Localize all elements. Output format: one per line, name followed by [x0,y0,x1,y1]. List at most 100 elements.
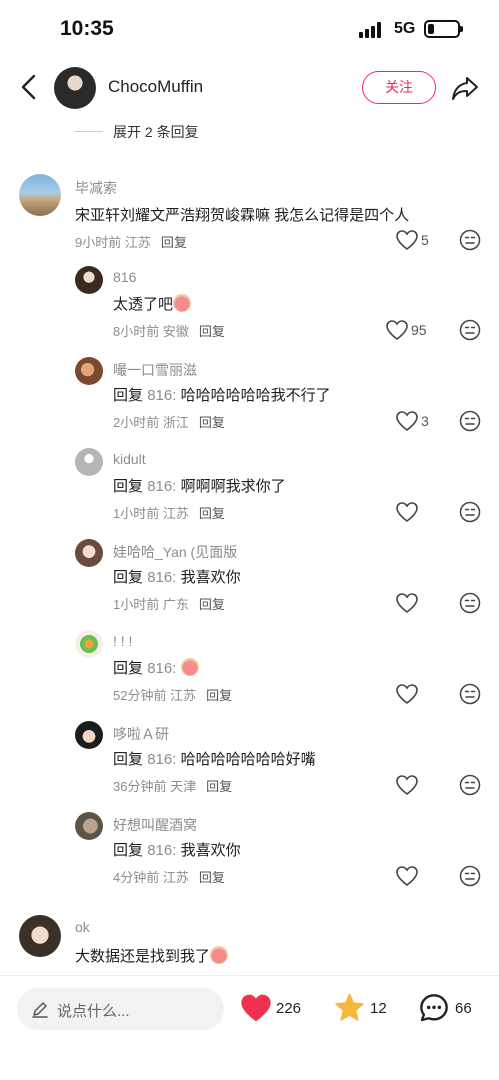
like-total: 226 [276,1000,302,1017]
comment-input-placeholder: 说点什么... [57,1003,130,1020]
comment-text: 大数据还是找到我了 [75,945,229,966]
comment-author[interactable]: ok [75,919,90,935]
reply-to-user[interactable]: 816: [147,842,176,859]
reply-to-user[interactable]: 816: [147,478,176,495]
comment-author[interactable]: 哆啦Ａ研 [113,724,169,744]
author-avatar[interactable] [54,67,96,109]
reply-button[interactable]: 回复 [161,235,187,250]
comment-author[interactable]: kidult [113,451,146,467]
comment-item: kidult 回复 816: 啊啊啊我求你了 1小时前 江苏 回复 [0,445,499,527]
comment-location: 广东 [162,597,189,612]
avatar[interactable] [19,915,61,957]
comment-bubble-icon[interactable] [418,992,450,1024]
like-count: 5 [421,232,429,248]
comment-text: 回复 816: [113,657,199,678]
comment-text-body: 太透了吧 [113,296,174,313]
reply-button[interactable]: 回复 [199,870,225,885]
reply-button[interactable]: 回复 [199,415,225,430]
avatar[interactable] [75,357,103,385]
heart-icon[interactable] [395,501,419,523]
peach-face-icon [180,658,199,676]
comment-time: 36分钟前 [113,779,167,794]
heart-filled-icon[interactable] [240,993,272,1023]
network-label: 5G [394,20,416,37]
heart-icon[interactable] [385,319,409,341]
peach-face-icon [210,946,229,964]
bottom-bar: 说点什么... 226 12 66 [0,975,499,1080]
comment-item: 嘬一口雪丽滋 回复 816: 哈哈哈哈哈哈我不行了 2小时前 浙江 回复 3 [0,354,499,436]
share-icon[interactable] [450,73,480,103]
comment-text-body: 我喜欢你 [180,569,241,586]
avatar[interactable] [75,539,103,567]
dislike-icon[interactable] [459,229,481,251]
comment-item: ok 大数据还是找到我了 [0,913,499,975]
avatar[interactable] [75,448,103,476]
comment-item: 哆啦Ａ研 回复 816: 哈哈哈哈哈哈哈好嘴 36分钟前 天津 回复 [0,718,499,800]
reply-to-user[interactable]: 816: [147,660,176,677]
reply-prefix: 回复 [113,387,144,404]
reply-to-user[interactable]: 816: [147,387,176,404]
comment-author[interactable]: 娃哈哈_Yan (见面版 [113,542,237,562]
avatar[interactable] [19,174,61,216]
dislike-icon[interactable] [459,774,481,796]
follow-button[interactable]: 关注 [362,71,436,104]
author-username[interactable]: ChocoMuffin [108,77,203,97]
comment-location: 江苏 [124,235,151,250]
heart-icon[interactable] [395,592,419,614]
dislike-icon[interactable] [459,319,481,341]
comment-text: 太透了吧 [113,293,192,314]
favorite-total: 12 [370,1000,387,1017]
comment-author[interactable]: 毕减索 [75,178,117,198]
comment-location: 天津 [170,779,197,794]
comment-location: 江苏 [162,506,189,521]
dislike-icon[interactable] [459,501,481,523]
dislike-icon[interactable] [459,592,481,614]
reply-button[interactable]: 回复 [206,688,232,703]
dislike-icon[interactable] [459,683,481,705]
reply-button[interactable]: 回复 [199,597,225,612]
header: ChocoMuffin 关注 [0,60,499,116]
comment-author[interactable]: 816 [113,269,136,285]
avatar[interactable] [75,630,103,658]
heart-icon[interactable] [395,865,419,887]
comment-text: 回复 816: 啊啊啊我求你了 [113,475,286,496]
comment-meta: 52分钟前 江苏 回复 [113,685,232,704]
comment-input[interactable]: 说点什么... [17,988,224,1030]
heart-icon[interactable] [395,683,419,705]
dislike-icon[interactable] [459,865,481,887]
dislike-icon[interactable] [459,410,481,432]
comment-meta: 1小时前 江苏 回复 [113,503,225,522]
star-icon[interactable] [334,992,365,1023]
comment-location: 浙江 [162,415,189,430]
like-count: 3 [421,413,429,429]
reply-button[interactable]: 回复 [199,324,225,339]
reply-button[interactable]: 回复 [199,506,225,521]
heart-icon[interactable] [395,410,419,432]
comment-author[interactable]: 嘬一口雪丽滋 [113,360,197,380]
heart-icon[interactable] [395,229,419,251]
avatar[interactable] [75,812,103,840]
heart-icon[interactable] [395,774,419,796]
avatar[interactable] [75,721,103,749]
battery-icon [424,20,463,38]
reply-to-user[interactable]: 816: [147,751,176,768]
reply-button[interactable]: 回复 [206,779,232,794]
comment-location: 安徽 [162,324,189,339]
comment-author[interactable]: 好想叫醒酒窝 [113,815,197,835]
back-icon[interactable] [16,73,44,101]
comment-author[interactable]: ! ! ! [113,633,132,649]
comment-time: 1小时前 [113,506,160,521]
avatar[interactable] [75,266,103,294]
reply-prefix: 回复 [113,842,144,859]
comment-item: 毕减索 宋亚轩刘耀文严浩翔贺峻霖嘛 我怎么记得是四个人 9小时前 江苏 回复 5 [0,172,499,254]
comment-text: 宋亚轩刘耀文严浩翔贺峻霖嘛 我怎么记得是四个人 [75,207,410,224]
reply-to-user[interactable]: 816: [147,569,176,586]
comment-item: ! ! ! 回复 816: 52分钟前 江苏 回复 [0,627,499,709]
reply-prefix: 回复 [113,751,144,768]
signal-icon [359,22,383,38]
reply-prefix: 回复 [113,478,144,495]
expand-replies-label[interactable]: 展开 2 条回复 [113,122,199,142]
pencil-icon [32,1002,48,1018]
comment-time: 1小时前 [113,597,160,612]
comment-text: 回复 816: 哈哈哈哈哈哈我不行了 [113,384,331,405]
